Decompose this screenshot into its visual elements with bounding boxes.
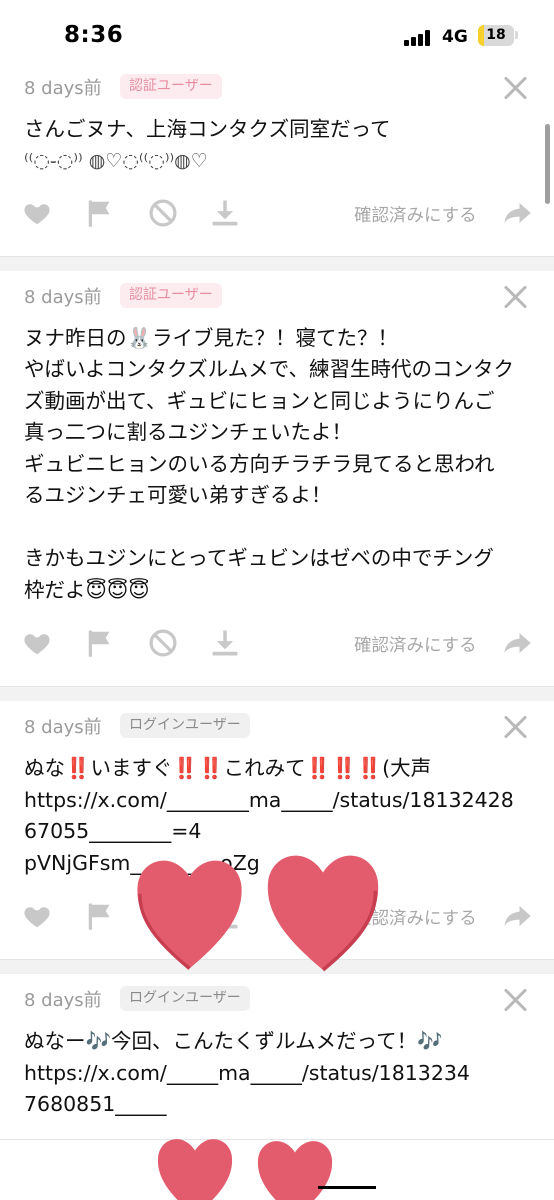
post-feed: 8 days前 認証ユーザー さんごヌナ、上海コンタクズ同室だって ⁽⁽◌֊◌⁾… <box>0 62 554 1140</box>
post-time: 8 days前 <box>24 286 102 308</box>
block-icon[interactable] <box>148 198 178 228</box>
like-icon[interactable] <box>22 628 52 658</box>
post-text: ぬなー🎶今回、こんたくずルムメだって！🎶 https://x.com/_____… <box>24 1029 470 1116</box>
post-separator <box>0 256 554 271</box>
like-icon[interactable] <box>22 198 52 228</box>
heart-sticker-icon <box>267 855 379 972</box>
heart-sticker-icon <box>137 860 242 970</box>
mark-confirmed-button[interactable]: 確認済みにする <box>354 202 477 227</box>
post-text: さんごヌナ、上海コンタクズ同室だって <box>24 117 391 141</box>
close-icon[interactable] <box>502 283 528 309</box>
post-item: 8 days前 ログインユーザー ぬなー🎶今回、こんたくずルムメだって！🎶 ht… <box>0 974 554 1140</box>
user-badge: ログインユーザー <box>120 713 250 738</box>
post-time: 8 days前 <box>24 78 102 99</box>
post-item: 8 days前 認証ユーザー ヌナ昨日の🐰ライブ見た？！寝てた？！ やばいよコン… <box>0 271 554 687</box>
flag-icon[interactable] <box>85 628 115 658</box>
post-time: 8 days前 <box>24 717 102 738</box>
download-icon[interactable] <box>210 198 240 228</box>
user-badge: 認証ユーザー <box>120 74 222 99</box>
post-time: 8 days前 <box>24 990 102 1011</box>
battery-cap <box>515 31 518 39</box>
heart-sticker-icon <box>257 1141 333 1200</box>
post-text: ヌナ昨日の🐰ライブ見た？！寝てた？！ やばいよコンタクズルムメで、練習生時代のコ… <box>24 325 514 602</box>
close-icon[interactable] <box>502 713 528 739</box>
like-icon[interactable] <box>22 901 52 931</box>
close-icon[interactable] <box>502 986 528 1012</box>
post-emoji-line: ⁽⁽◌֊◌⁾⁾ ◍♡◌⁽⁽◌⁾⁾◍♡ <box>24 149 208 172</box>
block-icon[interactable] <box>148 628 178 658</box>
mark-confirmed-button[interactable]: 確認済みにする <box>354 632 477 657</box>
user-badge: ログインユーザー <box>120 986 250 1011</box>
post-actions: 確認済みにする <box>0 190 554 238</box>
share-icon[interactable] <box>502 628 532 658</box>
post-actions: 確認済みにする <box>0 620 554 668</box>
battery-level: 18 <box>486 27 506 43</box>
heart-sticker-icon <box>157 1139 233 1200</box>
redaction-mark <box>318 1186 376 1189</box>
network-type: 4G <box>442 27 468 47</box>
post-item: 8 days前 認証ユーザー さんごヌナ、上海コンタクズ同室だって ⁽⁽◌֊◌⁾… <box>0 62 554 257</box>
scrollbar[interactable] <box>545 124 550 204</box>
flag-icon[interactable] <box>85 198 115 228</box>
share-icon[interactable] <box>502 198 532 228</box>
share-icon[interactable] <box>502 901 532 931</box>
user-badge: 認証ユーザー <box>120 282 222 308</box>
cellular-signal-icon <box>404 30 434 46</box>
status-bar: 8:36 4G 18 <box>0 0 554 62</box>
flag-icon[interactable] <box>85 901 115 931</box>
status-time: 8:36 <box>64 22 124 48</box>
download-icon[interactable] <box>210 628 240 658</box>
post-separator <box>0 687 554 701</box>
close-icon[interactable] <box>502 74 528 100</box>
battery-icon: 18 <box>478 25 514 46</box>
